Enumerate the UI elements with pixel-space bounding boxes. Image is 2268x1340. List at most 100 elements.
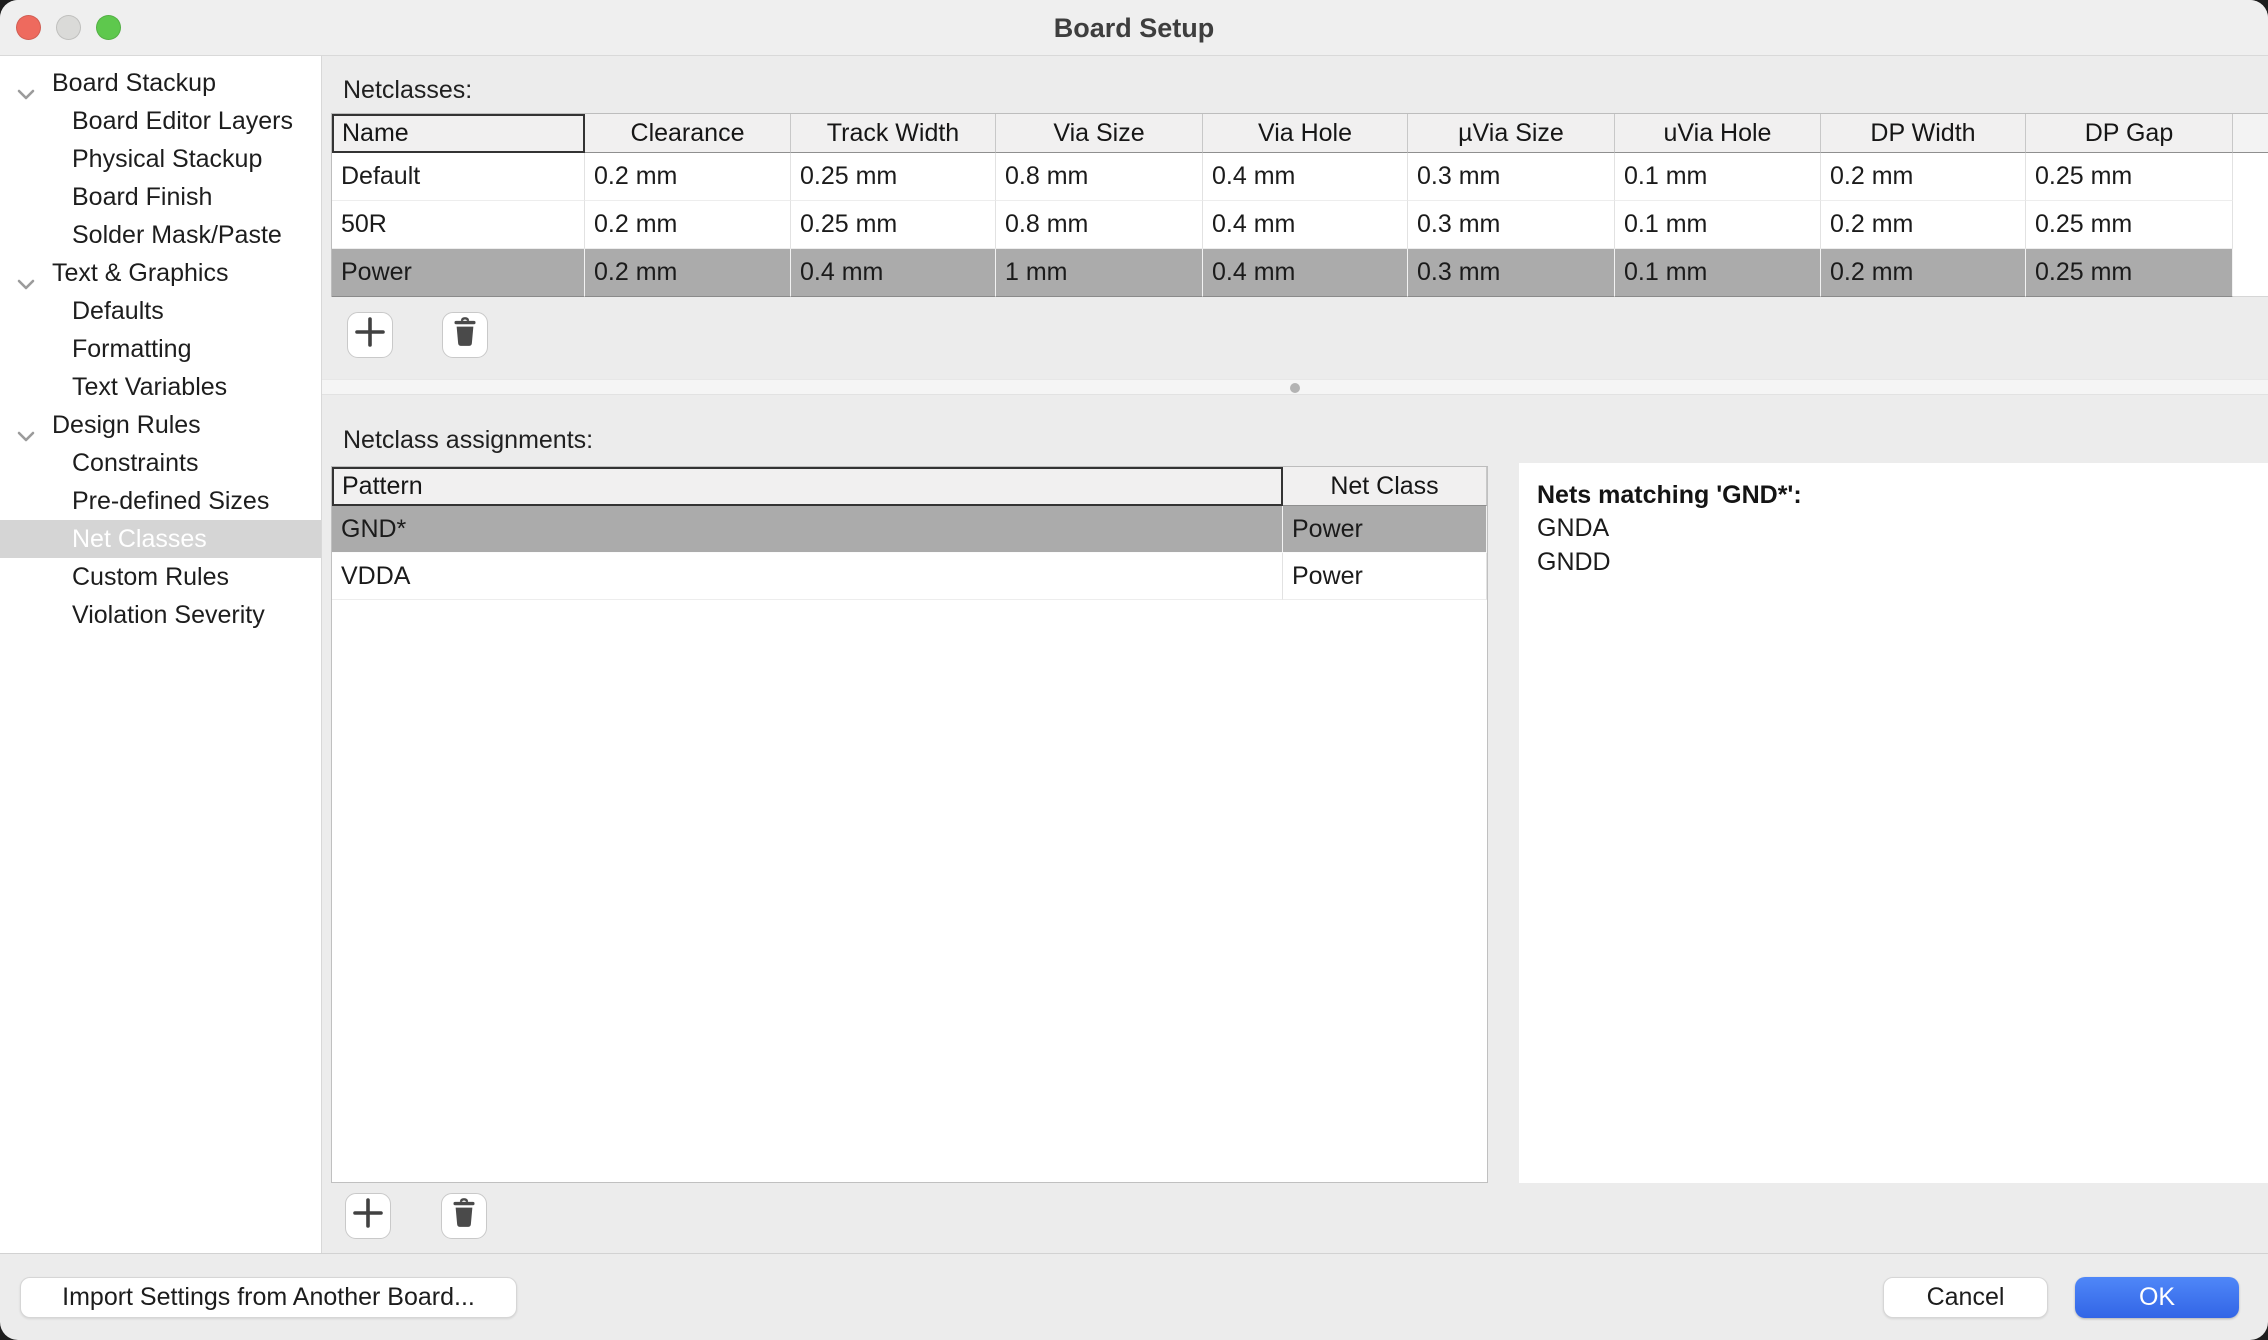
sidebar-item-text-graphics[interactable]: Text & Graphics	[0, 254, 321, 292]
cell-value[interactable]: 0.25 mm	[791, 153, 996, 201]
cell-value[interactable]: 0.1 mm	[1615, 201, 1821, 249]
column-header-pattern[interactable]: Pattern	[332, 467, 1283, 506]
assignment-row-vdda: VDDA Power	[332, 553, 1487, 600]
sidebar-item-formatting[interactable]: Formatting	[0, 330, 321, 368]
netclasses-header-row: Name Clearance Track Width Via Size Via …	[332, 114, 2268, 153]
matching-nets-panel: Nets matching 'GND*': GNDA GNDD	[1519, 463, 2268, 1183]
cell-value[interactable]: 0.2 mm	[1821, 249, 2026, 297]
cell-net-class[interactable]: Power	[1283, 506, 1487, 553]
column-header-net-class[interactable]: Net Class	[1283, 467, 1487, 506]
board-setup-dialog: Board Setup Board Stackup Board Editor L…	[0, 0, 2268, 1340]
column-header-uvia-size[interactable]: µVia Size	[1408, 114, 1615, 153]
cell-value[interactable]: 0.2 mm	[585, 249, 791, 297]
header-filler	[2233, 114, 2268, 153]
net-list-item: GNDA	[1537, 511, 2268, 545]
column-header-dp-gap[interactable]: DP Gap	[2026, 114, 2233, 153]
matching-nets-title: Nets matching 'GND*':	[1537, 479, 2268, 511]
cell-value[interactable]: 1 mm	[996, 249, 1203, 297]
import-settings-button[interactable]: Import Settings from Another Board...	[20, 1277, 517, 1318]
chevron-down-icon[interactable]	[16, 421, 36, 433]
sidebar-item-violation-severity[interactable]: Violation Severity	[0, 596, 321, 634]
assignment-row-gnd-selected: GND* Power	[332, 506, 1487, 553]
cell-pattern[interactable]: VDDA	[332, 553, 1283, 600]
delete-assignment-button[interactable]	[441, 1193, 487, 1239]
cell-value[interactable]: 0.2 mm	[1821, 201, 2026, 249]
column-header-dp-width[interactable]: DP Width	[1821, 114, 2026, 153]
column-header-track-width[interactable]: Track Width	[791, 114, 996, 153]
column-header-uvia-hole[interactable]: uVia Hole	[1615, 114, 1821, 153]
sidebar-item-label: Violation Severity	[72, 601, 265, 630]
column-header-via-size[interactable]: Via Size	[996, 114, 1203, 153]
assignments-table: Pattern Net Class GND* Power VDDA Power	[331, 466, 1488, 1183]
cell-value[interactable]: 0.25 mm	[2026, 249, 2233, 297]
sidebar-item-net-classes[interactable]: Net Classes	[0, 520, 321, 558]
cell-name[interactable]: 50R	[332, 201, 585, 249]
assignments-header-row: Pattern Net Class	[332, 467, 1487, 506]
sidebar-item-label: Text & Graphics	[52, 259, 228, 288]
chevron-down-icon[interactable]	[16, 79, 36, 91]
cell-value[interactable]: 0.4 mm	[791, 249, 996, 297]
sidebar-item-board-editor-layers[interactable]: Board Editor Layers	[0, 102, 321, 140]
cell-value[interactable]: 0.3 mm	[1408, 249, 1615, 297]
sidebar-item-constraints[interactable]: Constraints	[0, 444, 321, 482]
plus-icon	[354, 316, 386, 355]
cell-name[interactable]: Default	[332, 153, 585, 201]
sidebar-item-solder-mask-paste[interactable]: Solder Mask/Paste	[0, 216, 321, 254]
sidebar-item-design-rules[interactable]: Design Rules	[0, 406, 321, 444]
sidebar-item-label: Design Rules	[52, 411, 201, 440]
cancel-button[interactable]: Cancel	[1883, 1277, 2048, 1318]
cell-value[interactable]: 0.2 mm	[585, 153, 791, 201]
cell-value[interactable]: 0.3 mm	[1408, 201, 1615, 249]
row-filler	[2233, 153, 2268, 201]
cell-value[interactable]: 0.1 mm	[1615, 249, 1821, 297]
cell-value[interactable]: 0.3 mm	[1408, 153, 1615, 201]
cell-value[interactable]: 0.8 mm	[996, 201, 1203, 249]
cell-value[interactable]: 0.1 mm	[1615, 153, 1821, 201]
footer-divider	[0, 1253, 2268, 1254]
sidebar-item-label: Pre-defined Sizes	[72, 487, 269, 516]
cell-value[interactable]: 0.25 mm	[791, 201, 996, 249]
sidebar-item-text-variables[interactable]: Text Variables	[0, 368, 321, 406]
row-filler	[2233, 201, 2268, 249]
traffic-lights	[16, 15, 121, 40]
sidebar-item-physical-stackup[interactable]: Physical Stackup	[0, 140, 321, 178]
sidebar-item-label: Defaults	[72, 297, 164, 326]
row-filler	[2233, 249, 2268, 297]
column-header-name[interactable]: Name	[332, 114, 585, 153]
trash-icon	[451, 1198, 477, 1235]
sidebar-item-custom-rules[interactable]: Custom Rules	[0, 558, 321, 596]
table-row-default: Default 0.2 mm 0.25 mm 0.8 mm 0.4 mm 0.3…	[332, 153, 2268, 201]
cell-value[interactable]: 0.25 mm	[2026, 153, 2233, 201]
cell-name[interactable]: Power	[332, 249, 585, 297]
cell-value[interactable]: 0.2 mm	[1821, 153, 2026, 201]
splitter-sash[interactable]	[322, 379, 2268, 395]
cell-pattern[interactable]: GND*	[332, 506, 1283, 553]
sidebar-item-defaults[interactable]: Defaults	[0, 292, 321, 330]
column-header-via-hole[interactable]: Via Hole	[1203, 114, 1408, 153]
cell-value[interactable]: 0.8 mm	[996, 153, 1203, 201]
cell-value[interactable]: 0.4 mm	[1203, 153, 1408, 201]
cell-net-class[interactable]: Power	[1283, 553, 1487, 600]
column-header-clearance[interactable]: Clearance	[585, 114, 791, 153]
cell-value[interactable]: 0.2 mm	[585, 201, 791, 249]
cell-value[interactable]: 0.25 mm	[2026, 201, 2233, 249]
table-row-power-selected: Power 0.2 mm 0.4 mm 1 mm 0.4 mm 0.3 mm 0…	[332, 249, 2268, 297]
cell-value[interactable]: 0.4 mm	[1203, 201, 1408, 249]
minimize-window-button[interactable]	[56, 15, 81, 40]
window-title: Board Setup	[0, 0, 2268, 56]
sidebar-item-label: Text Variables	[72, 373, 227, 402]
close-window-button[interactable]	[16, 15, 41, 40]
sidebar-item-board-finish[interactable]: Board Finish	[0, 178, 321, 216]
cell-value[interactable]: 0.4 mm	[1203, 249, 1408, 297]
zoom-window-button[interactable]	[96, 15, 121, 40]
add-assignment-button[interactable]	[345, 1193, 391, 1239]
sidebar-item-predefined-sizes[interactable]: Pre-defined Sizes	[0, 482, 321, 520]
delete-netclass-button[interactable]	[442, 312, 488, 358]
sidebar-item-board-stackup[interactable]: Board Stackup	[0, 64, 321, 102]
add-netclass-button[interactable]	[347, 312, 393, 358]
sidebar-item-label: Board Editor Layers	[72, 107, 293, 136]
ok-button[interactable]: OK	[2075, 1277, 2239, 1318]
sidebar-item-label: Net Classes	[72, 525, 207, 554]
sidebar-item-label: Formatting	[72, 335, 191, 364]
chevron-down-icon[interactable]	[16, 269, 36, 281]
